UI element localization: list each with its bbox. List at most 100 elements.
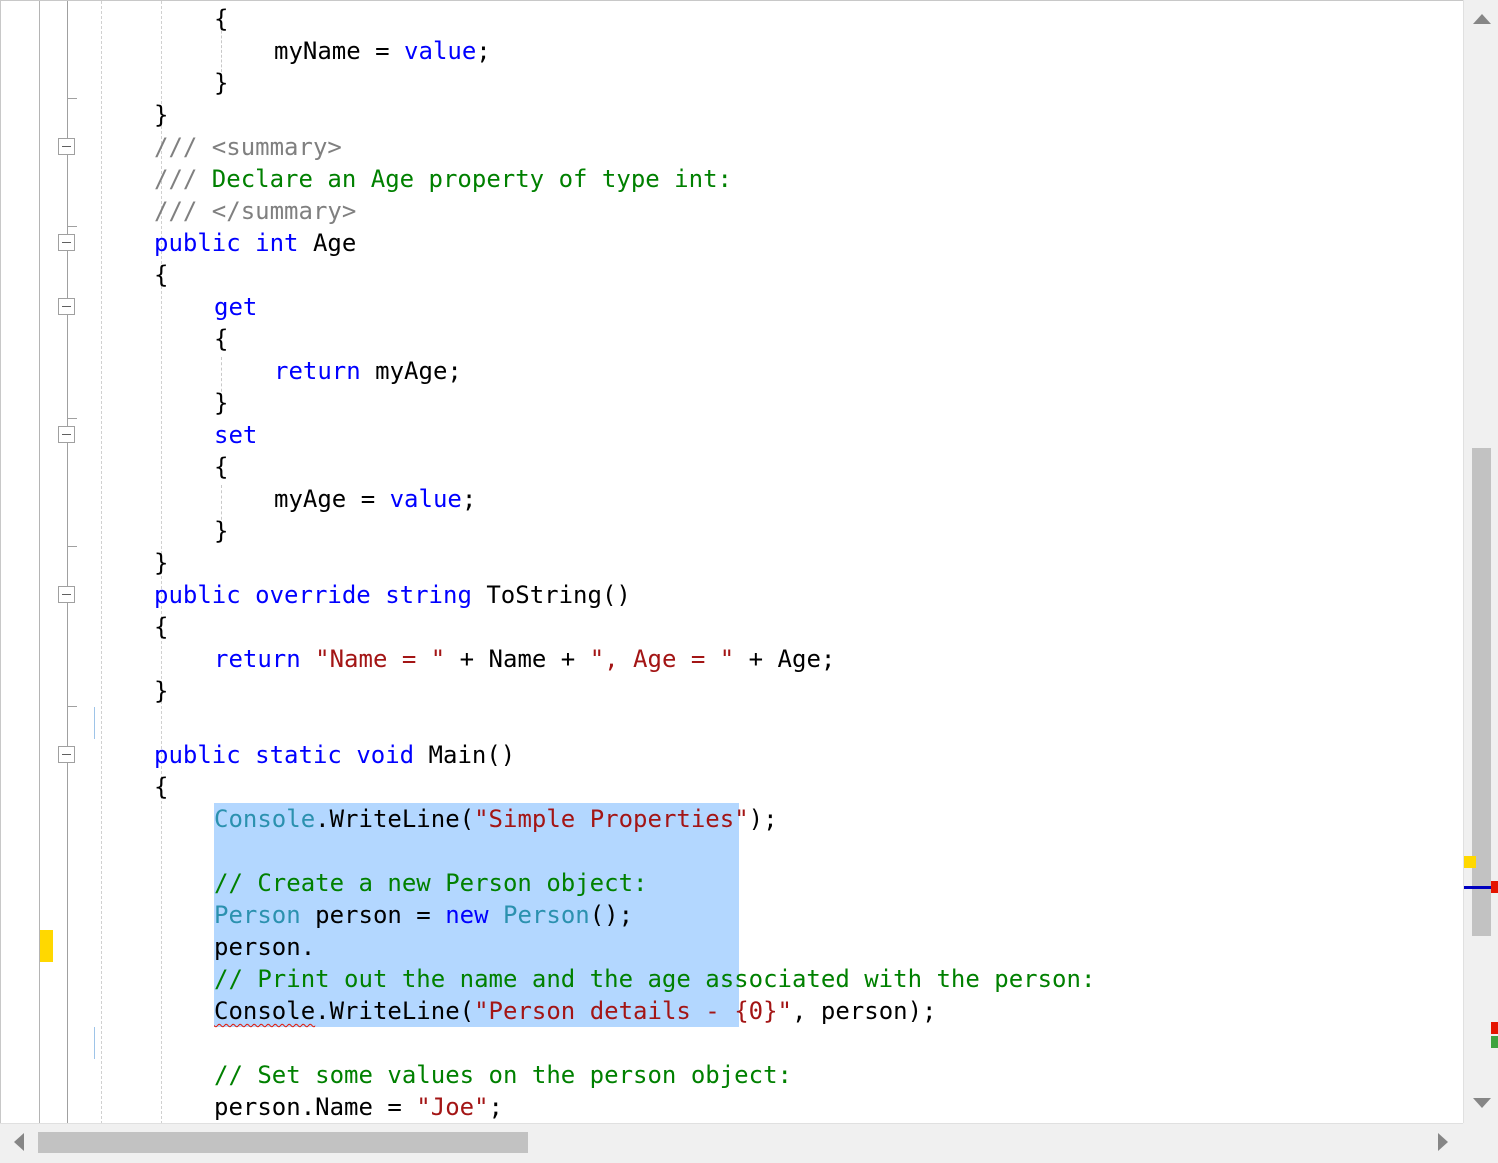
code-line[interactable]: public int Age xyxy=(154,227,356,259)
code-token: value xyxy=(389,485,462,513)
collapse-minus-icon[interactable] xyxy=(58,298,75,315)
code-line[interactable]: } xyxy=(154,675,168,707)
code-token: void xyxy=(356,741,415,769)
code-token: /// </summary> xyxy=(154,197,357,225)
code-token: "Simple Properties" xyxy=(474,805,749,833)
horizontal-scroll-thumb[interactable] xyxy=(38,1132,528,1153)
code-token: override xyxy=(255,581,371,609)
collapse-minus-icon[interactable] xyxy=(58,138,75,155)
code-token: (); xyxy=(589,901,634,929)
code-line[interactable]: { xyxy=(214,451,228,483)
code-line[interactable]: // Create a new Person object: xyxy=(214,867,647,899)
code-token: public xyxy=(154,741,241,769)
vertical-scrollbar[interactable] xyxy=(1463,0,1498,1123)
code-token: get xyxy=(214,293,258,321)
code-line[interactable]: } xyxy=(154,547,168,579)
code-line[interactable]: myAge = value; xyxy=(274,483,476,515)
code-line[interactable]: { xyxy=(154,611,168,643)
code-token: { xyxy=(154,613,169,641)
code-editor[interactable]: { myName = value;}} /// <summary>/// Decla… xyxy=(0,0,1463,1123)
code-line[interactable]: return "Name = " + Name + ", Age = " + A… xyxy=(214,643,835,675)
code-token: return xyxy=(214,645,301,673)
code-token: + Age; xyxy=(734,645,836,673)
indent-guide xyxy=(101,1,102,1123)
code-line[interactable]: Console.WriteLine("Person details - {0}"… xyxy=(214,995,937,1027)
horizontal-scrollbar[interactable] xyxy=(0,1123,1463,1163)
error-overview-marker xyxy=(1491,881,1498,893)
triangle-down-icon[interactable] xyxy=(1473,1098,1491,1108)
code-token: /// xyxy=(154,165,212,193)
code-line[interactable]: } xyxy=(154,99,168,131)
code-token: // Print out the name and the age associ… xyxy=(214,965,1096,993)
code-line[interactable]: { xyxy=(154,771,168,803)
code-line[interactable]: // Print out the name and the age associ… xyxy=(214,963,1095,995)
code-line[interactable]: { xyxy=(154,259,168,291)
change-tracking-bar xyxy=(94,707,95,739)
code-token: } xyxy=(154,101,169,129)
code-line[interactable]: } xyxy=(214,67,228,99)
code-line[interactable]: /// Declare an Age property of type int: xyxy=(154,163,732,195)
code-line[interactable]: public static void Main() xyxy=(154,739,515,771)
change-overview-marker xyxy=(1464,856,1476,868)
collapse-minus-icon[interactable] xyxy=(58,426,75,443)
code-token: "Name = " xyxy=(315,645,446,673)
code-token: value xyxy=(404,37,477,65)
collapse-minus-icon[interactable] xyxy=(58,234,75,251)
code-line[interactable]: Person person = new Person(); xyxy=(214,899,633,931)
code-token: set xyxy=(214,421,258,449)
code-line[interactable]: person. xyxy=(214,931,315,963)
code-line[interactable]: /// <summary> xyxy=(154,131,342,163)
code-line[interactable]: return myAge; xyxy=(274,355,462,387)
code-line[interactable]: // Set some values on the person object: xyxy=(214,1059,792,1091)
triangle-up-icon[interactable] xyxy=(1473,14,1491,24)
code-token: { xyxy=(154,773,169,801)
outline-end-tick xyxy=(67,418,77,419)
code-line[interactable]: set xyxy=(214,419,257,451)
code-token: , person); xyxy=(792,997,937,1025)
code-token: public xyxy=(154,229,241,257)
outline-end-tick xyxy=(67,706,77,707)
code-token: } xyxy=(214,517,229,545)
code-token: } xyxy=(154,549,169,577)
code-token: Main() xyxy=(414,741,516,769)
code-token: int xyxy=(255,229,299,257)
code-line[interactable]: { xyxy=(214,323,228,355)
code-token: new xyxy=(445,901,489,929)
scrollbar-corner xyxy=(1463,1123,1498,1163)
code-line[interactable]: } xyxy=(214,515,228,547)
code-token: { xyxy=(214,453,229,481)
code-token: Person xyxy=(214,901,301,929)
triangle-left-icon[interactable] xyxy=(14,1133,24,1151)
code-token: myAge; xyxy=(360,357,462,385)
code-token: person = xyxy=(300,901,446,929)
code-token: ); xyxy=(748,805,778,833)
change-tracking-bar xyxy=(94,1027,95,1059)
code-token: { xyxy=(214,325,229,353)
outline-line xyxy=(67,1,68,1123)
code-token: { xyxy=(154,261,169,289)
collapse-minus-icon[interactable] xyxy=(58,746,75,763)
code-line[interactable]: /// </summary> xyxy=(154,195,356,227)
code-token: } xyxy=(154,677,169,705)
unsaved-change-marker xyxy=(40,930,53,962)
collapse-minus-icon[interactable] xyxy=(58,586,75,603)
code-line[interactable]: Console.WriteLine("Simple Properties"); xyxy=(214,803,778,835)
code-line[interactable]: get xyxy=(214,291,257,323)
code-token: string xyxy=(385,581,472,609)
code-token: public xyxy=(154,581,241,609)
triangle-right-icon[interactable] xyxy=(1438,1133,1448,1151)
code-token: Console xyxy=(214,805,316,833)
code-line[interactable]: public override string ToString() xyxy=(154,579,631,611)
code-token: /// <summary> xyxy=(154,133,342,161)
code-line[interactable]: { xyxy=(214,3,228,35)
code-token: ToString() xyxy=(471,581,631,609)
code-line[interactable]: myName = value; xyxy=(274,35,491,67)
code-token: // Create a new Person object: xyxy=(214,869,648,897)
code-token: static xyxy=(255,741,342,769)
code-line[interactable]: } xyxy=(214,387,228,419)
code-line[interactable]: person.Name = "Joe"; xyxy=(214,1091,503,1123)
ok-overview-marker xyxy=(1491,1036,1498,1048)
